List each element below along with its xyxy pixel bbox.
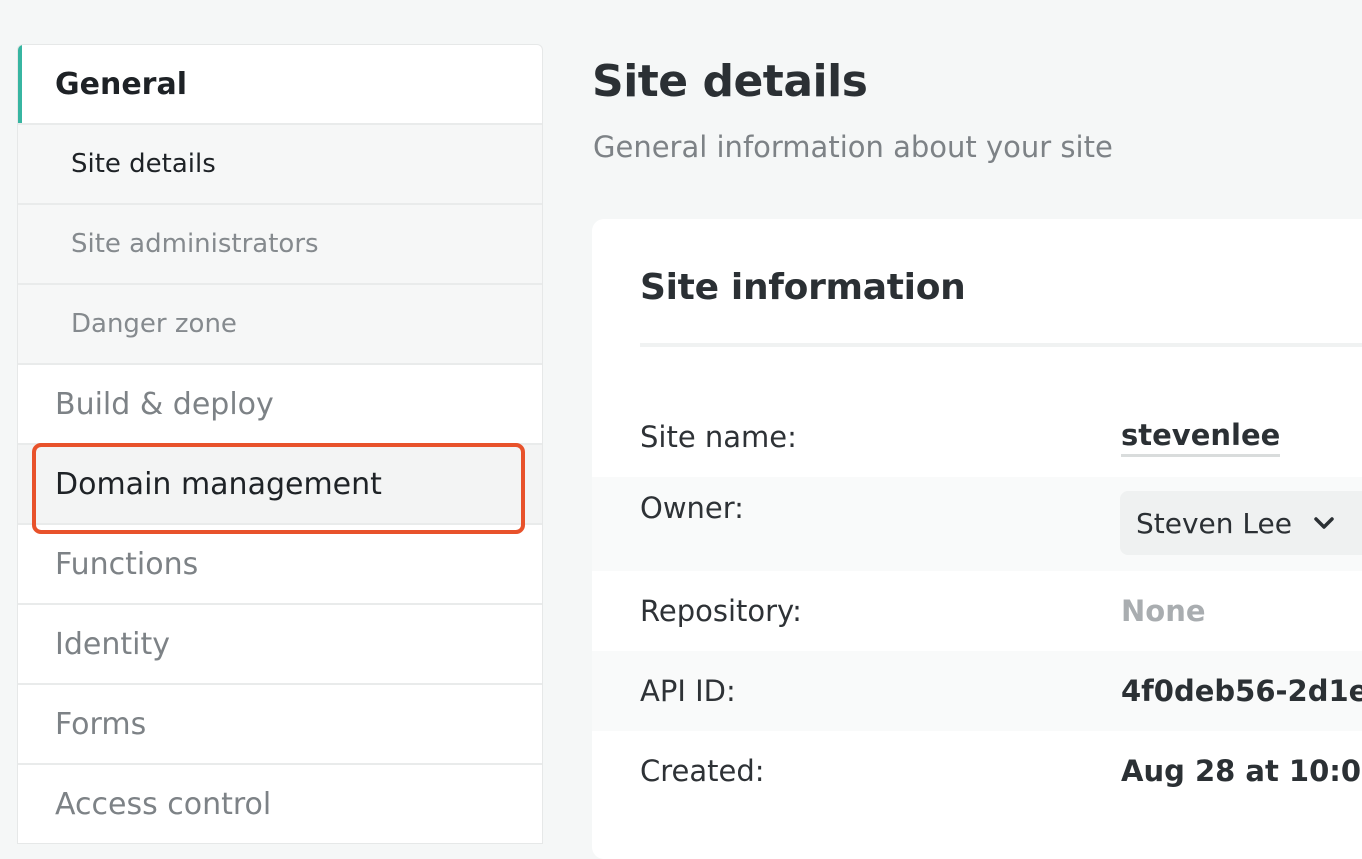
sidebar-item-label: General: [55, 66, 187, 102]
sidebar-item-label: Site details: [71, 149, 216, 179]
sidebar-item-access-control[interactable]: Access control: [18, 765, 542, 843]
sidebar-subitem-danger-zone[interactable]: Danger zone: [18, 285, 542, 365]
sidebar-item-identity[interactable]: Identity: [18, 605, 542, 685]
repository-row: Repository: None: [592, 571, 1362, 651]
sidebar-item-domain-management[interactable]: Domain management: [18, 445, 542, 525]
site-name-link[interactable]: stevenlee: [1121, 418, 1281, 457]
api-id-row: API ID: 4f0deb56-2d1e: [592, 651, 1362, 731]
owner-label: Owner:: [640, 491, 744, 525]
owner-dropdown-value: Steven Lee: [1136, 506, 1292, 540]
chevron-down-icon: [1314, 517, 1334, 529]
card-title: Site information: [640, 267, 966, 308]
site-name-row: Site name: stevenlee: [592, 397, 1362, 477]
sidebar-item-label: Access control: [55, 786, 272, 822]
card-divider: [640, 343, 1362, 347]
created-label: Created:: [640, 754, 765, 788]
site-information-card: Site information Site name: stevenlee Ow…: [592, 219, 1362, 859]
owner-dropdown[interactable]: Steven Lee: [1120, 491, 1362, 555]
sidebar-item-label: Forms: [55, 706, 147, 742]
created-row: Created: Aug 28 at 10:01: [592, 731, 1362, 811]
sidebar-item-label: Identity: [55, 626, 170, 662]
sidebar-item-label: Build & deploy: [55, 386, 274, 422]
sidebar-item-general[interactable]: General: [18, 45, 542, 125]
repository-label: Repository:: [640, 594, 802, 628]
settings-sidebar: General Site details Site administrators…: [17, 44, 543, 844]
sidebar-subitem-site-details[interactable]: Site details: [18, 125, 542, 205]
repository-value: None: [1121, 594, 1206, 628]
sidebar-subitem-site-administrators[interactable]: Site administrators: [18, 205, 542, 285]
created-value: Aug 28 at 10:01: [1121, 754, 1362, 788]
sidebar-item-label: Functions: [55, 546, 199, 582]
sidebar-item-label: Danger zone: [71, 309, 237, 339]
api-id-label: API ID:: [640, 674, 736, 708]
page-title: Site details: [592, 56, 868, 107]
sidebar-item-label: Site administrators: [71, 229, 319, 259]
sidebar-item-build-deploy[interactable]: Build & deploy: [18, 365, 542, 445]
page-subtitle: General information about your site: [593, 130, 1113, 164]
sidebar-item-forms[interactable]: Forms: [18, 685, 542, 765]
api-id-value: 4f0deb56-2d1e: [1121, 674, 1362, 708]
site-name-label: Site name:: [640, 420, 797, 454]
sidebar-item-label: Domain management: [55, 466, 382, 502]
sidebar-item-functions[interactable]: Functions: [18, 525, 542, 605]
